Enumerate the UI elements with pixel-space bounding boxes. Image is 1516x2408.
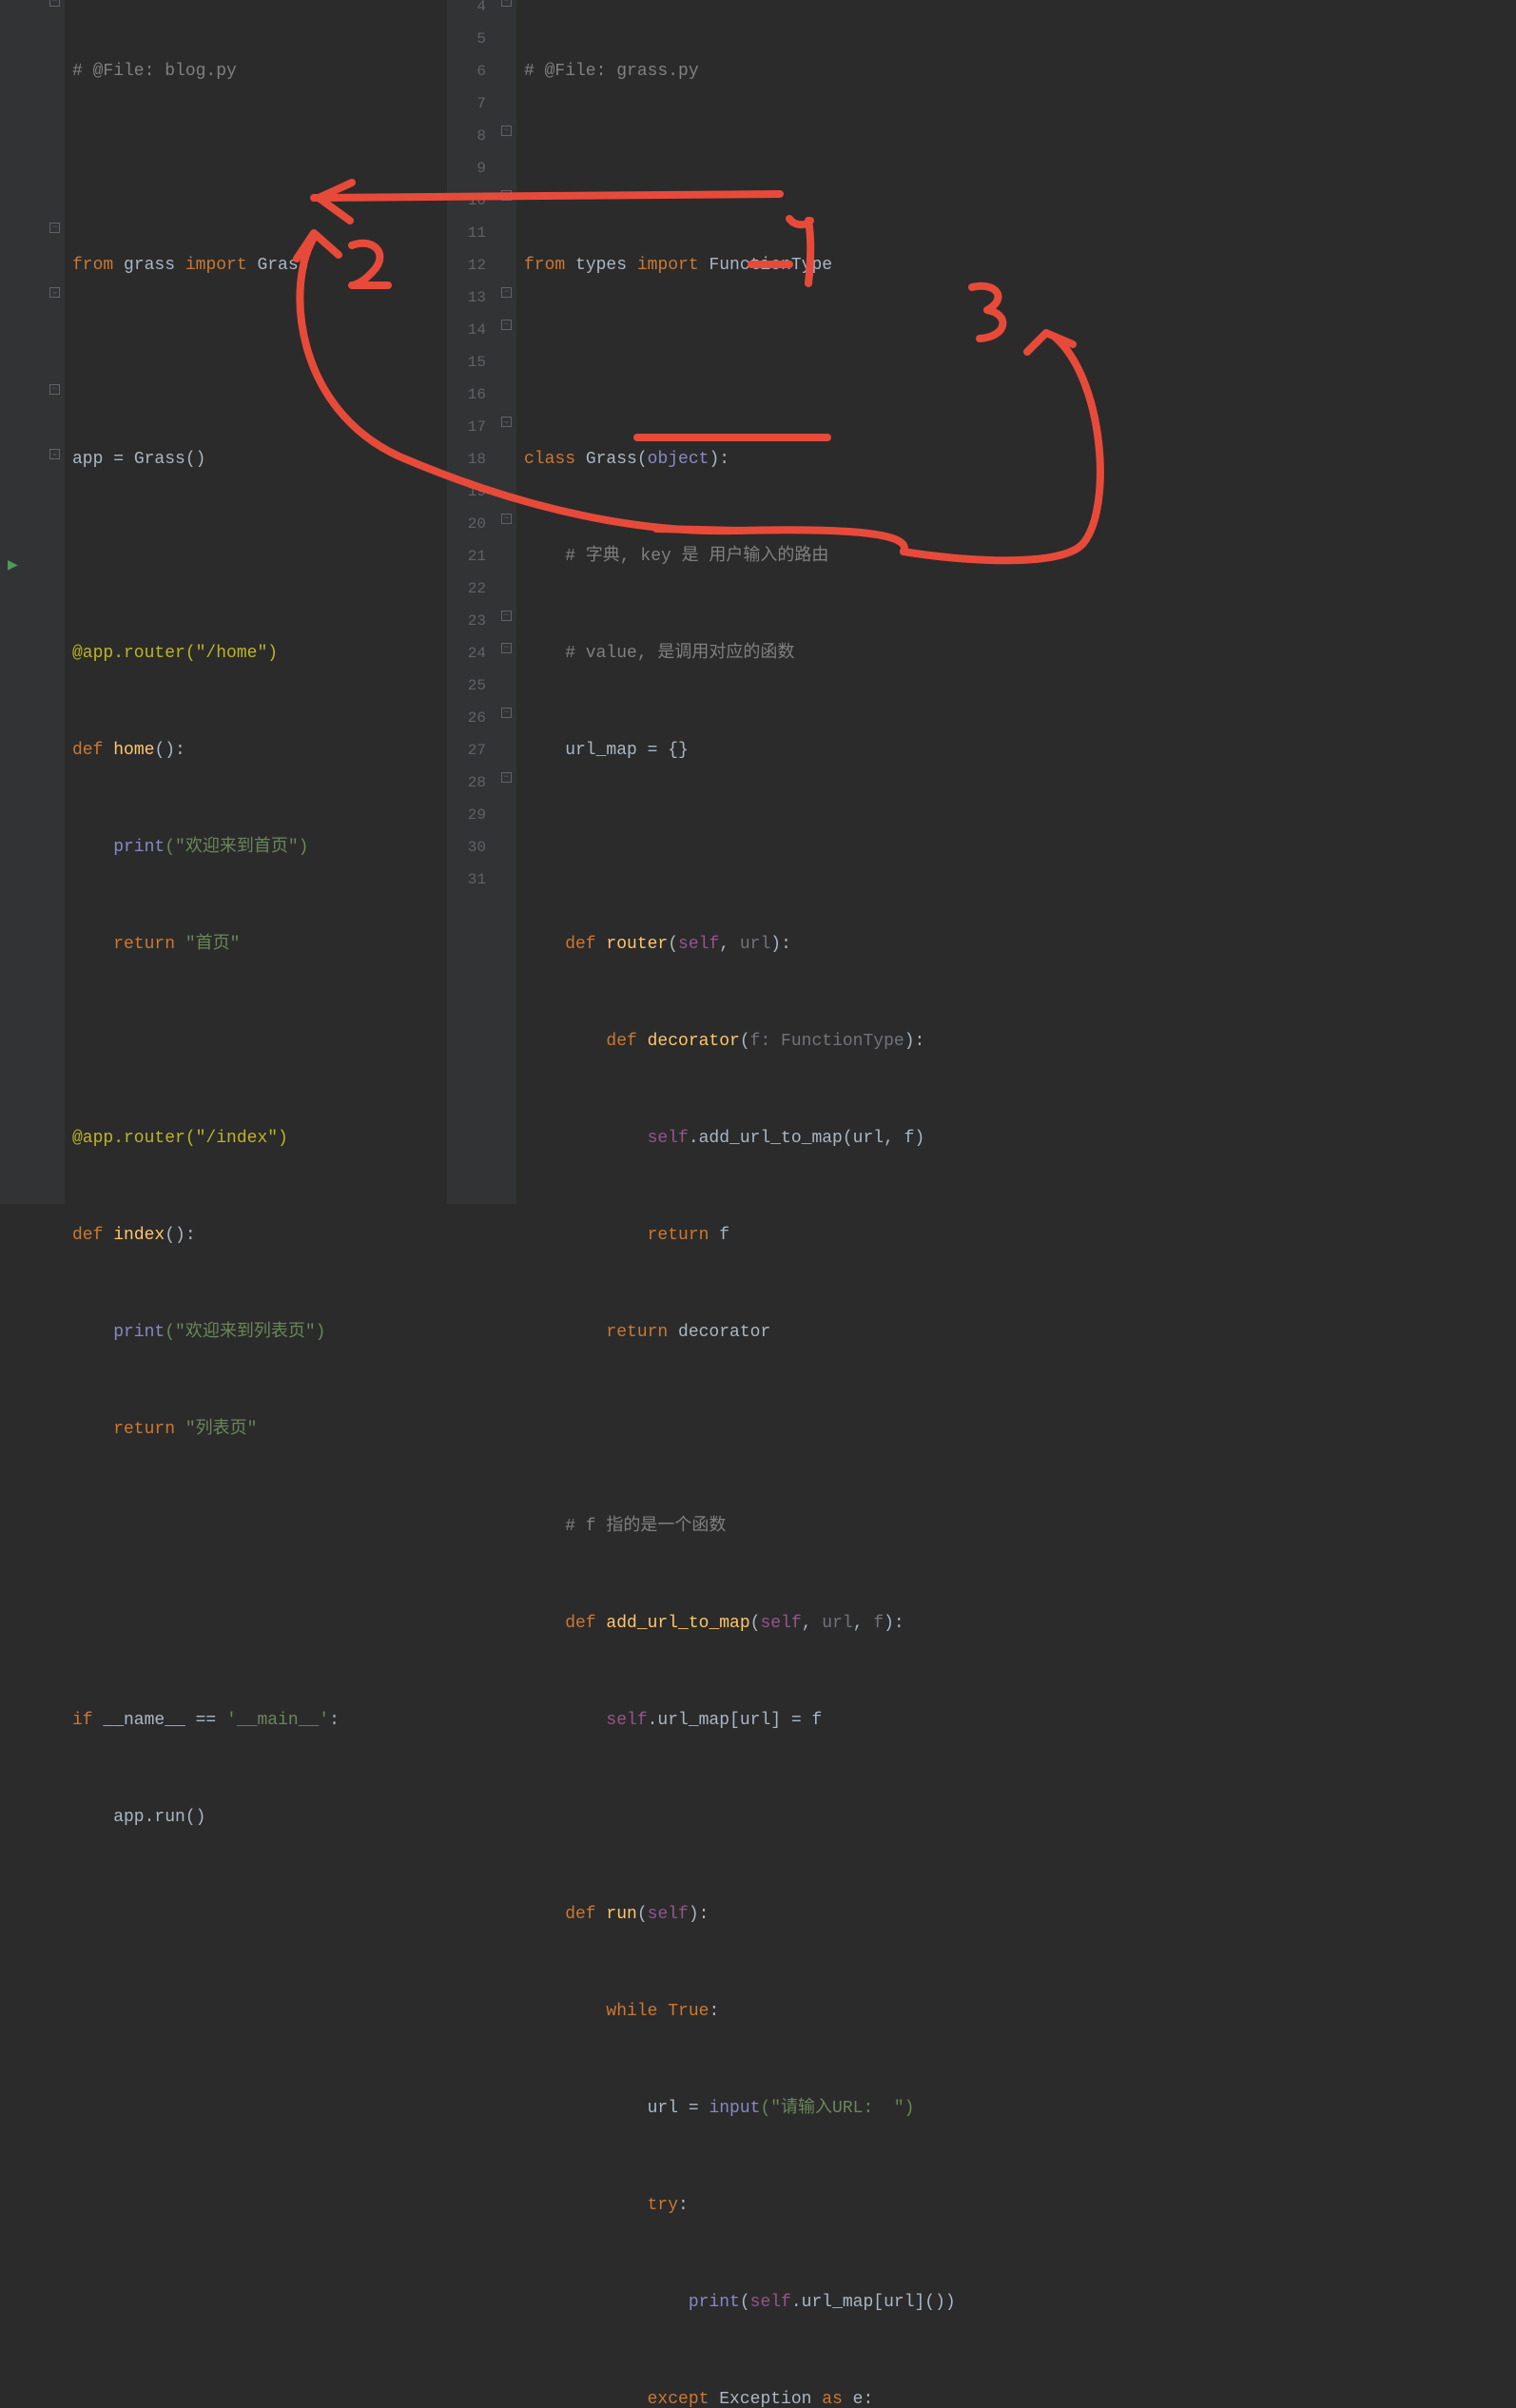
line-number: 8 xyxy=(447,120,486,152)
code-comment: # @File: grass.py xyxy=(524,62,699,81)
kw-class: class xyxy=(524,450,586,469)
right-gutter: 4 5 6 7 8 9 10 11 12 13 14 15 16 17 18 1… xyxy=(447,0,499,1204)
line-number: 14 xyxy=(447,314,486,346)
line-number: 21 xyxy=(447,540,486,573)
fold-marker-icon[interactable]: − xyxy=(501,772,512,783)
fold-marker-icon[interactable]: − xyxy=(501,514,512,524)
kw-from: from xyxy=(72,256,113,275)
line-number: 15 xyxy=(447,346,486,379)
line-number: 23 xyxy=(447,605,486,637)
fn-router: router xyxy=(606,935,668,954)
decorator: @app.router xyxy=(72,644,185,663)
left-code-area[interactable]: # @File: blog.py from grass import Grass… xyxy=(65,0,340,1204)
line-number: 6 xyxy=(447,55,486,87)
line-number: 19 xyxy=(447,476,486,508)
kw-import: import xyxy=(185,256,247,275)
fold-marker-icon[interactable]: ⌄ xyxy=(49,287,60,298)
line-number: 13 xyxy=(447,282,486,314)
line-number: 22 xyxy=(447,573,486,605)
fn-decorator: decorator xyxy=(648,1032,740,1051)
line-number: 9 xyxy=(447,152,486,184)
right-fold-column: − − − − − ⌄ − − − − − xyxy=(499,0,516,1204)
editor-split-view: ▶ − − ⌄ − ⌄ # @File: blog.py from grass … xyxy=(0,0,1516,1204)
fold-marker-icon[interactable]: ⌄ xyxy=(501,417,512,427)
run-gutter-icon[interactable]: ▶ xyxy=(8,550,18,582)
fn-add-url: add_url_to_map xyxy=(606,1614,749,1633)
kw-def: def xyxy=(72,741,113,760)
line-number: 10 xyxy=(447,184,486,217)
line-number: 11 xyxy=(447,217,486,249)
left-fold-column: − − ⌄ − ⌄ xyxy=(48,0,65,1204)
fold-marker-icon[interactable]: ⌄ xyxy=(49,449,60,459)
fold-marker-icon[interactable]: − xyxy=(501,0,512,7)
line-number: 31 xyxy=(447,864,486,896)
line-number: 5 xyxy=(447,23,486,55)
left-editor-pane[interactable]: ▶ − − ⌄ − ⌄ # @File: blog.py from grass … xyxy=(0,0,447,1204)
fold-marker-icon[interactable]: − xyxy=(49,223,60,233)
fn-home: home xyxy=(113,741,154,760)
fold-marker-icon[interactable]: − xyxy=(501,190,512,201)
line-number: 26 xyxy=(447,702,486,734)
line-number: 17 xyxy=(447,411,486,443)
code-comment: # @File: blog.py xyxy=(72,62,237,81)
fold-marker-icon[interactable]: − xyxy=(49,0,60,7)
fold-marker-icon[interactable]: − xyxy=(49,384,60,395)
line-number: 4 xyxy=(447,0,486,23)
fold-marker-icon[interactable]: − xyxy=(501,320,512,330)
line-number: 24 xyxy=(447,637,486,670)
fold-marker-icon[interactable]: − xyxy=(501,708,512,718)
fold-marker-icon[interactable]: − xyxy=(501,643,512,653)
left-gutter: ▶ xyxy=(0,0,48,1204)
right-code-area[interactable]: # @File: grass.py from types import Func… xyxy=(516,0,956,1204)
line-number: 16 xyxy=(447,379,486,411)
line-number: 30 xyxy=(447,831,486,864)
line-number: 27 xyxy=(447,734,486,767)
decorator: @app.router xyxy=(72,1129,185,1148)
fold-marker-icon[interactable]: − xyxy=(501,126,512,136)
fold-marker-icon[interactable]: − xyxy=(501,611,512,621)
fn-run: run xyxy=(606,1905,636,1924)
fold-marker-icon[interactable]: − xyxy=(501,287,512,298)
right-editor-pane[interactable]: 4 5 6 7 8 9 10 11 12 13 14 15 16 17 18 1… xyxy=(447,0,1516,1204)
line-number: 12 xyxy=(447,249,486,282)
line-number: 25 xyxy=(447,670,486,702)
line-number: 7 xyxy=(447,87,486,120)
kw-def: def xyxy=(72,1226,113,1245)
line-number: 18 xyxy=(447,443,486,476)
line-number: 28 xyxy=(447,767,486,799)
line-number: 29 xyxy=(447,799,486,831)
line-number: 20 xyxy=(447,508,486,540)
fn-index: index xyxy=(113,1226,165,1245)
